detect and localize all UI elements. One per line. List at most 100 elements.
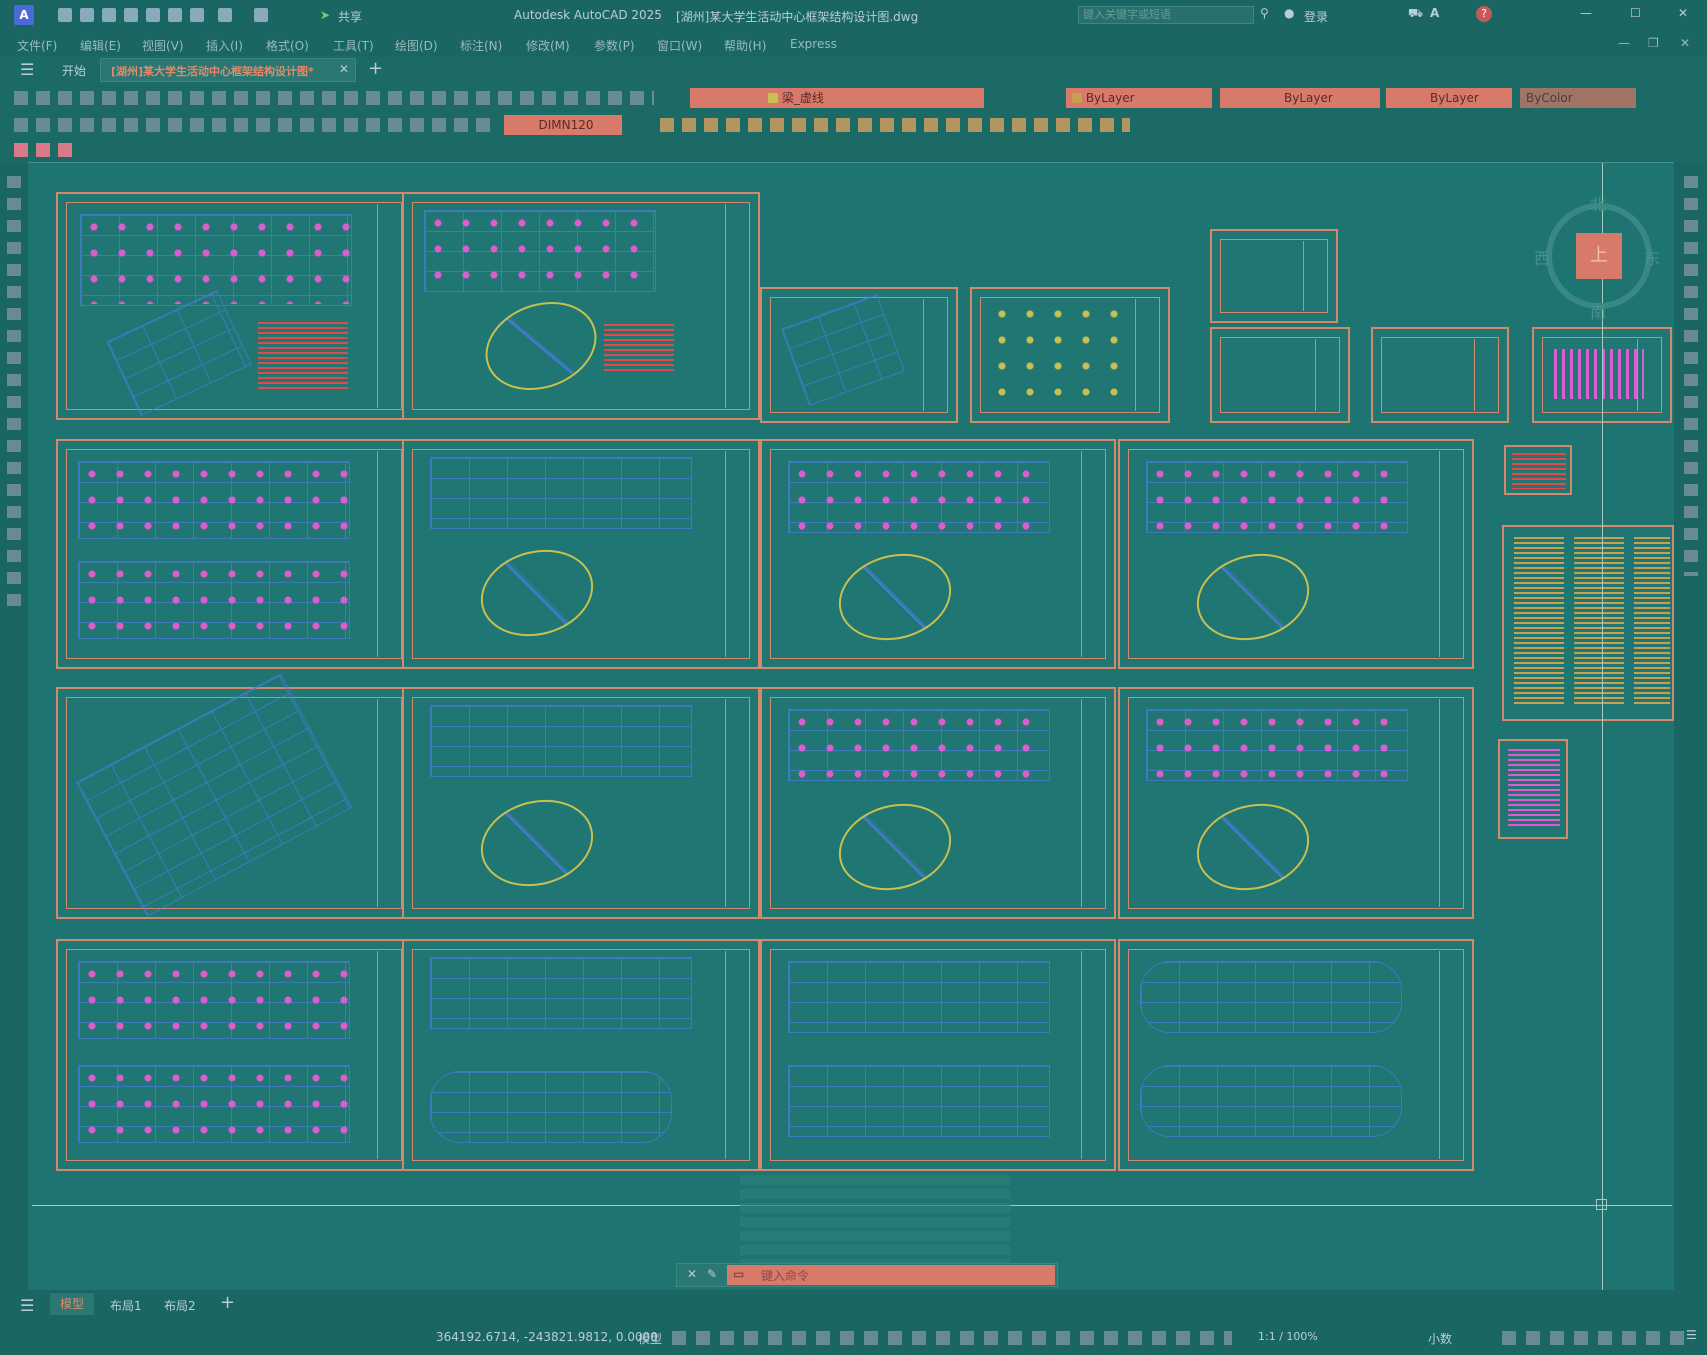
drawing-sheet[interactable] — [1498, 739, 1568, 839]
hamburger-icon[interactable]: ☰ — [20, 60, 34, 79]
modify-tool-icons[interactable] — [1684, 176, 1698, 576]
drawing-viewport[interactable]: 上 北 南 西 东 ✕ ✎ ▭ 键入命令 — [28, 162, 1674, 1291]
maximize-icon[interactable]: ☐ — [1630, 6, 1641, 20]
drawing-sheet[interactable] — [56, 192, 412, 420]
coordinates-readout[interactable]: 364192.6714, -243821.9812, 0.0000 — [436, 1330, 658, 1344]
user-icon[interactable]: ● — [1284, 6, 1294, 20]
menu-modify[interactable]: 修改(M) — [526, 37, 570, 54]
menu-dimension[interactable]: 标注(N) — [460, 37, 502, 54]
undo-icon[interactable] — [218, 8, 232, 22]
viewcube-south[interactable]: 南 — [1590, 299, 1606, 323]
menu-draw[interactable]: 绘图(D) — [395, 37, 438, 54]
menu-tools[interactable]: 工具(T) — [333, 37, 374, 54]
drawing-sheet[interactable] — [760, 939, 1116, 1171]
new-tab-icon[interactable]: + — [368, 58, 383, 79]
new-icon[interactable] — [58, 8, 72, 22]
tab-start[interactable]: 开始 — [62, 62, 86, 79]
tab-model[interactable]: 模型 — [50, 1293, 94, 1315]
drawing-sheet[interactable] — [1210, 327, 1350, 423]
lineweight-dropdown[interactable]: ByLayer — [1386, 88, 1512, 108]
menu-edit[interactable]: 编辑(E) — [80, 37, 121, 54]
color-dropdown[interactable]: ByLayer — [1066, 88, 1212, 108]
menu-express[interactable]: Express — [790, 37, 837, 51]
autodesk-icon[interactable]: A — [1430, 6, 1439, 20]
command-wrench-icon[interactable]: ✎ — [707, 1267, 717, 1281]
viewcube[interactable]: 上 北 南 西 东 — [1534, 191, 1664, 323]
toolbar-icons-4 — [14, 143, 80, 157]
redo-icon[interactable] — [254, 8, 268, 22]
drawing-sheet[interactable] — [402, 687, 760, 919]
model-space-toggle[interactable]: 模型 — [638, 1330, 662, 1347]
menu-help[interactable]: 帮助(H) — [724, 37, 766, 54]
cart-icon[interactable]: ⛟ — [1408, 6, 1423, 22]
doc-close-icon[interactable]: ✕ — [1680, 36, 1690, 50]
customize-menu-icon[interactable]: ☰ — [1686, 1328, 1697, 1342]
command-close-icon[interactable]: ✕ — [687, 1267, 697, 1281]
menu-window[interactable]: 窗口(W) — [657, 37, 702, 54]
open-icon[interactable] — [80, 8, 94, 22]
viewcube-top-face[interactable]: 上 — [1576, 233, 1622, 279]
drawing-sheet[interactable] — [56, 439, 412, 669]
drawing-sheet[interactable] — [56, 939, 412, 1171]
share-button[interactable]: 共享 — [338, 8, 362, 25]
menu-insert[interactable]: 插入(I) — [206, 37, 243, 54]
command-line[interactable]: ✕ ✎ ▭ 键入命令 — [676, 1263, 1058, 1287]
drawing-sheet[interactable] — [1502, 525, 1674, 721]
draw-tool-icons[interactable] — [7, 176, 21, 616]
save-as-icon[interactable] — [124, 8, 138, 22]
drawing-sheet[interactable] — [760, 439, 1116, 669]
drawing-sheet[interactable] — [760, 687, 1116, 919]
search-icon[interactable]: ⚲ — [1260, 6, 1269, 20]
drawing-sheet[interactable] — [970, 287, 1170, 423]
search-input[interactable]: 键入关键字或短语 — [1078, 6, 1254, 24]
minimize-icon[interactable]: — — [1580, 6, 1592, 20]
drawing-sheet[interactable] — [1371, 327, 1509, 423]
viewcube-north[interactable]: 北 — [1590, 191, 1606, 215]
plot-icon[interactable] — [146, 8, 160, 22]
annotation-scale[interactable]: 1:1 / 100% — [1258, 1330, 1318, 1343]
units-display[interactable]: 小数 — [1428, 1330, 1452, 1347]
menu-format[interactable]: 格式(O) — [266, 37, 309, 54]
crosshair-vertical — [1602, 163, 1603, 1291]
drawing-sheet[interactable] — [1118, 687, 1474, 919]
drawing-sheet[interactable] — [402, 192, 760, 420]
plotstyle-dropdown[interactable]: ByColor — [1520, 88, 1636, 108]
drawing-sheet[interactable] — [1118, 439, 1474, 669]
add-layout-icon[interactable]: + — [220, 1292, 235, 1313]
share-icon[interactable]: ➤ — [320, 8, 330, 22]
status-toggle-icons[interactable] — [672, 1331, 1232, 1345]
menu-view[interactable]: 视图(V) — [142, 37, 184, 54]
drawing-sheet[interactable] — [1504, 445, 1572, 495]
doc-minimize-icon[interactable]: — — [1618, 36, 1630, 50]
tab-document[interactable]: [湖州]某大学生活动中心框架结构设计图* ✕ — [100, 58, 356, 82]
drawing-sheet[interactable] — [402, 439, 760, 669]
viewcube-east[interactable]: 东 — [1644, 245, 1660, 269]
login-button[interactable]: 登录 — [1304, 8, 1328, 25]
printer-icon[interactable] — [190, 8, 204, 22]
tab-layout2[interactable]: 布局2 — [164, 1297, 196, 1314]
linetype-dropdown[interactable]: ByLayer — [1220, 88, 1380, 108]
drawing-sheet[interactable] — [1210, 229, 1338, 323]
viewcube-west[interactable]: 西 — [1534, 245, 1550, 269]
menu-parametric[interactable]: 参数(P) — [594, 37, 635, 54]
menu-file[interactable]: 文件(F) — [17, 37, 57, 54]
drawing-sheet[interactable] — [760, 287, 958, 423]
save-icon[interactable] — [102, 8, 116, 22]
drawing-sheet[interactable] — [56, 673, 412, 919]
command-input[interactable]: ▭ 键入命令 — [727, 1265, 1055, 1285]
close-icon[interactable]: ✕ — [1678, 6, 1688, 20]
tab-close-icon[interactable]: ✕ — [339, 62, 349, 76]
print-icon[interactable] — [168, 8, 182, 22]
app-logo-icon[interactable]: A — [14, 5, 34, 25]
doc-restore-icon[interactable]: ❐ — [1648, 36, 1659, 50]
layout-menu-icon[interactable]: ☰ — [20, 1296, 34, 1315]
layer-light-icons[interactable] — [690, 88, 762, 108]
tab-layout1[interactable]: 布局1 — [110, 1297, 142, 1314]
dimstyle-dropdown[interactable]: DIMN120 — [504, 115, 622, 135]
drawing-sheet[interactable] — [402, 939, 760, 1171]
layer-dropdown[interactable]: 梁_虚线 — [762, 88, 984, 108]
help-icon[interactable]: ? — [1476, 6, 1492, 22]
drawing-sheet[interactable] — [1118, 939, 1474, 1171]
status-bar: 364192.6714, -243821.9812, 0.0000 模型 1:1… — [0, 1322, 1707, 1355]
status-right-icons[interactable] — [1502, 1331, 1692, 1345]
